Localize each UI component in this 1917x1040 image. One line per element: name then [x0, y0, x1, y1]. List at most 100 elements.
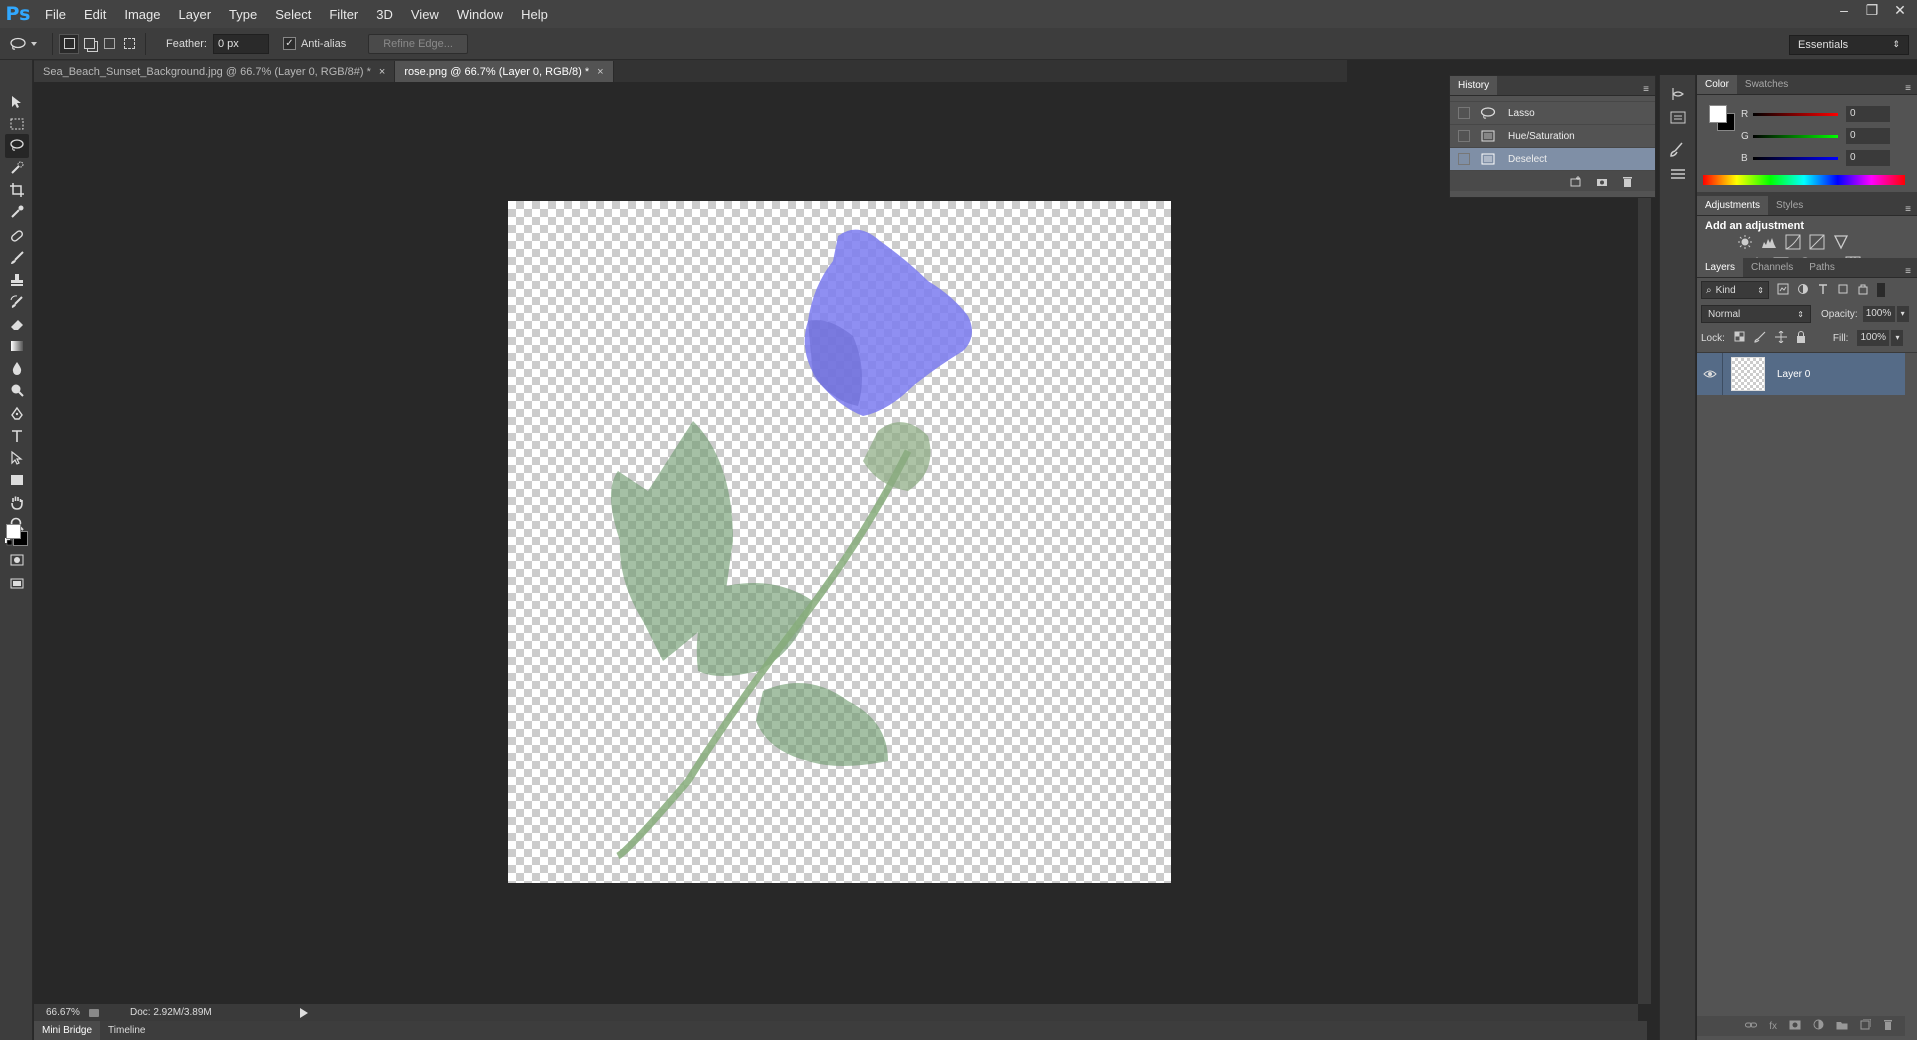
panel-menu-icon[interactable]: ≡ — [1905, 83, 1911, 94]
tool-preset-picker[interactable] — [0, 37, 46, 51]
shape-tool[interactable] — [5, 468, 29, 492]
panel-menu-icon[interactable]: ≡ — [1905, 204, 1911, 215]
lock-transparency-icon[interactable] — [1734, 331, 1745, 345]
delete-layer-icon[interactable] — [1883, 1019, 1893, 1033]
filter-smart-object-icon[interactable] — [1857, 283, 1869, 298]
new-adjustment-layer-icon[interactable] — [1813, 1019, 1824, 1033]
antialias-checkbox[interactable]: ✓ — [282, 37, 296, 50]
document-canvas[interactable] — [508, 201, 1171, 883]
gradient-tool[interactable] — [5, 334, 29, 358]
filter-pixel-icon[interactable] — [1777, 283, 1789, 298]
filter-adjustment-icon[interactable] — [1797, 283, 1809, 298]
type-tool[interactable] — [5, 424, 29, 448]
eye-icon[interactable] — [1697, 369, 1722, 379]
exposure-icon[interactable] — [1809, 234, 1825, 253]
green-value[interactable]: 0 — [1846, 128, 1890, 144]
trash-icon[interactable] — [1622, 176, 1633, 187]
color-spectrum[interactable] — [1703, 175, 1905, 185]
status-menu-arrow-icon[interactable] — [300, 1007, 308, 1018]
red-value[interactable]: 0 — [1846, 106, 1890, 122]
close-tab-icon[interactable]: × — [597, 66, 603, 78]
blur-tool[interactable] — [5, 356, 29, 380]
new-group-icon[interactable] — [1836, 1019, 1848, 1033]
lasso-tool[interactable] — [5, 134, 29, 158]
lock-all-icon[interactable] — [1796, 330, 1806, 346]
subtract-from-selection-button[interactable] — [99, 34, 119, 54]
menu-3d[interactable]: 3D — [367, 7, 402, 22]
history-brush-tool[interactable] — [5, 290, 29, 314]
path-selection-tool[interactable] — [5, 446, 29, 470]
curves-icon[interactable] — [1785, 234, 1801, 253]
workspace-select[interactable]: Essentials ⇕ — [1789, 35, 1909, 55]
tab-history[interactable]: History — [1450, 76, 1498, 95]
history-checkbox[interactable] — [1458, 153, 1470, 165]
layer-row-selected[interactable]: Layer 0 — [1697, 353, 1905, 395]
history-checkbox[interactable] — [1458, 130, 1470, 142]
red-slider[interactable] — [1753, 112, 1838, 116]
menu-view[interactable]: View — [402, 7, 448, 22]
foreground-color-swatch[interactable] — [1709, 105, 1727, 123]
foreground-color-swatch[interactable] — [6, 524, 21, 539]
quick-selection-tool[interactable] — [5, 156, 29, 180]
feather-input[interactable] — [212, 33, 269, 54]
vertical-scrollbar[interactable] — [1638, 82, 1651, 1004]
blue-value[interactable]: 0 — [1846, 150, 1890, 166]
menu-layer[interactable]: Layer — [170, 7, 221, 22]
tab-color[interactable]: Color — [1697, 75, 1737, 94]
brush-panel-icon[interactable] — [1669, 141, 1689, 159]
link-layers-icon[interactable] — [1745, 1019, 1758, 1033]
blend-mode-select[interactable]: Normal ⇕ — [1701, 305, 1811, 323]
filter-kind-select[interactable]: ⌕ Kind ⇕ — [1701, 281, 1769, 299]
document-tab[interactable]: Sea_Beach_Sunset_Background.jpg @ 66.7% … — [34, 61, 396, 82]
menu-filter[interactable]: Filter — [320, 7, 367, 22]
menu-file[interactable]: File — [36, 7, 75, 22]
camera-icon[interactable] — [1596, 176, 1608, 187]
zoom-level[interactable]: 66.67% — [34, 1007, 88, 1018]
lock-pixels-icon[interactable] — [1754, 331, 1766, 346]
properties-panel-icon[interactable] — [1669, 109, 1689, 127]
chevron-down-icon[interactable]: ▾ — [1891, 330, 1904, 346]
menu-window[interactable]: Window — [448, 7, 512, 22]
opacity-input[interactable]: 100% — [1862, 306, 1895, 322]
tool-presets-icon[interactable] — [1669, 165, 1689, 183]
fill-input[interactable]: 100% — [1857, 330, 1890, 346]
add-mask-icon[interactable] — [1789, 1019, 1801, 1033]
move-tool[interactable] — [5, 90, 29, 114]
intersect-selection-button[interactable] — [119, 34, 139, 54]
chevron-down-icon[interactable]: ▾ — [1896, 306, 1909, 322]
pen-tool[interactable] — [5, 402, 29, 426]
green-slider[interactable] — [1753, 134, 1838, 138]
history-item[interactable]: Hue/Saturation — [1450, 125, 1655, 148]
minimize-button[interactable]: – — [1833, 2, 1855, 18]
close-tab-icon[interactable]: × — [379, 66, 385, 78]
brush-tool[interactable] — [5, 246, 29, 270]
panel-menu-icon[interactable]: ≡ — [1643, 84, 1649, 95]
menu-type[interactable]: Type — [220, 7, 266, 22]
new-layer-icon[interactable] — [1860, 1018, 1872, 1033]
menu-edit[interactable]: Edit — [75, 7, 115, 22]
lock-position-icon[interactable] — [1774, 330, 1787, 346]
menu-select[interactable]: Select — [266, 7, 320, 22]
tab-timeline[interactable]: Timeline — [100, 1021, 153, 1040]
tab-paths[interactable]: Paths — [1801, 258, 1843, 277]
tab-adjustments[interactable]: Adjustments — [1697, 196, 1769, 215]
crop-tool[interactable] — [5, 178, 29, 202]
document-tab-active[interactable]: rose.png @ 66.7% (Layer 0, RGB/8) * × — [395, 61, 614, 82]
filter-shape-icon[interactable] — [1837, 283, 1849, 298]
layer-name[interactable]: Layer 0 — [1777, 369, 1810, 380]
menu-help[interactable]: Help — [512, 7, 557, 22]
filter-toggle[interactable] — [1877, 283, 1885, 297]
tab-mini-bridge[interactable]: Mini Bridge — [34, 1021, 101, 1040]
blue-slider[interactable] — [1753, 156, 1838, 160]
tab-swatches[interactable]: Swatches — [1737, 75, 1796, 94]
refine-edge-button[interactable]: Refine Edge... — [368, 33, 468, 54]
history-checkbox[interactable] — [1458, 107, 1470, 119]
hand-tool[interactable] — [5, 490, 29, 514]
add-to-selection-button[interactable] — [79, 34, 99, 54]
marquee-tool[interactable] — [5, 112, 29, 136]
brightness-icon[interactable] — [1737, 234, 1753, 253]
tab-channels[interactable]: Channels — [1743, 258, 1801, 277]
history-item[interactable]: Lasso — [1450, 102, 1655, 125]
dodge-tool[interactable] — [5, 378, 29, 402]
menu-image[interactable]: Image — [115, 7, 169, 22]
